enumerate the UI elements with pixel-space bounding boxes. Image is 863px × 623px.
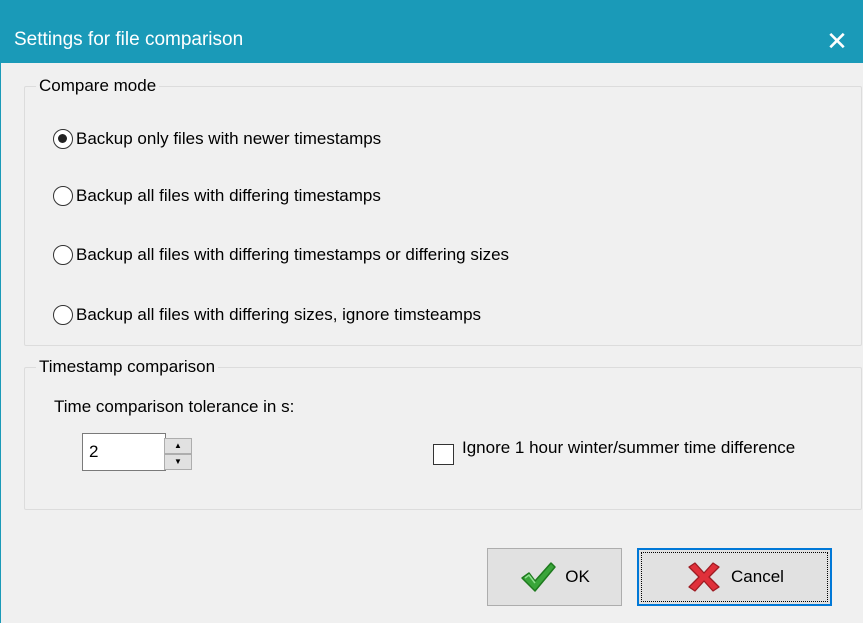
tolerance-input[interactable] [82, 433, 166, 471]
ok-button[interactable]: OK [487, 548, 622, 606]
radio-button[interactable] [53, 186, 73, 206]
radio-button[interactable] [53, 305, 73, 325]
tolerance-label: Time comparison tolerance in s: [54, 397, 295, 416]
radio-button-checked[interactable] [53, 129, 73, 149]
radio-label: Backup all files with differing timestam… [76, 245, 510, 264]
radio-option-timestamps-or-sizes[interactable]: Backup all files with differing timestam… [53, 243, 509, 267]
radio-label: Backup all files with differing sizes, i… [76, 305, 482, 324]
green-checkmark-icon [521, 562, 556, 592]
spin-down-icon[interactable]: ▼ [164, 454, 192, 470]
compare-mode-label: Compare mode [36, 75, 160, 97]
radio-option-differing-timestamps[interactable]: Backup all files with differing timestam… [53, 184, 381, 208]
ignore-dst-label: Ignore 1 hour winter/summer time differe… [462, 438, 796, 457]
close-icon[interactable]: ✕ [810, 16, 863, 63]
ignore-dst-checkbox[interactable] [433, 444, 454, 465]
red-x-icon [688, 562, 720, 592]
radio-option-newer-timestamps[interactable]: Backup only files with newer timestamps [53, 127, 381, 151]
window-title: Settings for file comparison [14, 29, 244, 50]
radio-label: Backup only files with newer timestamps [76, 129, 382, 148]
ok-label: OK [565, 567, 590, 586]
cancel-button[interactable]: Cancel [637, 548, 832, 606]
spin-up-icon[interactable]: ▲ [164, 438, 192, 454]
settings-dialog: Settings for file comparison ✕ Compare m… [0, 0, 863, 623]
radio-label: Backup all files with differing timestam… [76, 186, 381, 205]
timestamp-comparison-label: Timestamp comparison [36, 356, 219, 378]
title-bar: Settings for file comparison ✕ [1, 0, 863, 63]
cancel-label: Cancel [731, 567, 784, 586]
radio-option-sizes-only[interactable]: Backup all files with differing sizes, i… [53, 303, 481, 327]
radio-button[interactable] [53, 245, 73, 265]
